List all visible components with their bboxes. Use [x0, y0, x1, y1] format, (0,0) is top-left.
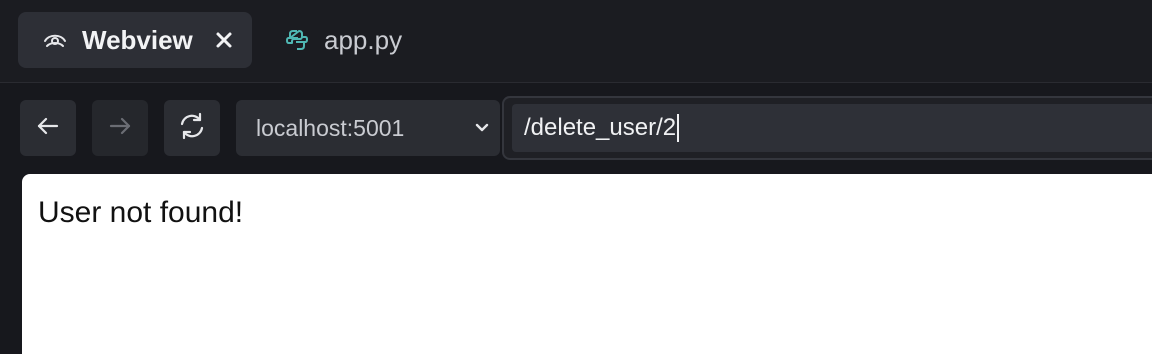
back-button[interactable] — [20, 100, 76, 156]
path-input-frame: /delete_user/2 — [502, 96, 1152, 160]
text-caret — [677, 114, 680, 142]
tab-app-py[interactable]: app.py — [280, 12, 430, 68]
host-value: localhost:5001 — [256, 114, 405, 141]
reload-icon — [177, 111, 207, 146]
webview-icon — [42, 27, 68, 53]
python-icon — [284, 27, 310, 53]
chevron-down-icon — [472, 117, 492, 137]
reload-button[interactable] — [164, 100, 220, 156]
webview-content: User not found! — [22, 174, 1152, 354]
host-select[interactable]: localhost:5001 — [236, 100, 500, 156]
tab-label: Webview — [82, 24, 193, 55]
arrow-left-icon — [35, 113, 61, 144]
page-message: User not found! — [38, 196, 244, 229]
forward-button[interactable] — [92, 100, 148, 156]
tab-webview[interactable]: Webview — [18, 12, 252, 68]
webview-toolbar: localhost:5001 /delete_user/2 — [0, 83, 1152, 171]
close-icon[interactable] — [214, 30, 234, 50]
tab-label: app.py — [324, 24, 403, 55]
path-input[interactable]: /delete_user/2 — [512, 104, 1152, 152]
path-value: /delete_user/2 — [524, 114, 677, 141]
tab-bar: Webview app.py — [0, 0, 1152, 83]
arrow-right-icon — [107, 113, 133, 144]
